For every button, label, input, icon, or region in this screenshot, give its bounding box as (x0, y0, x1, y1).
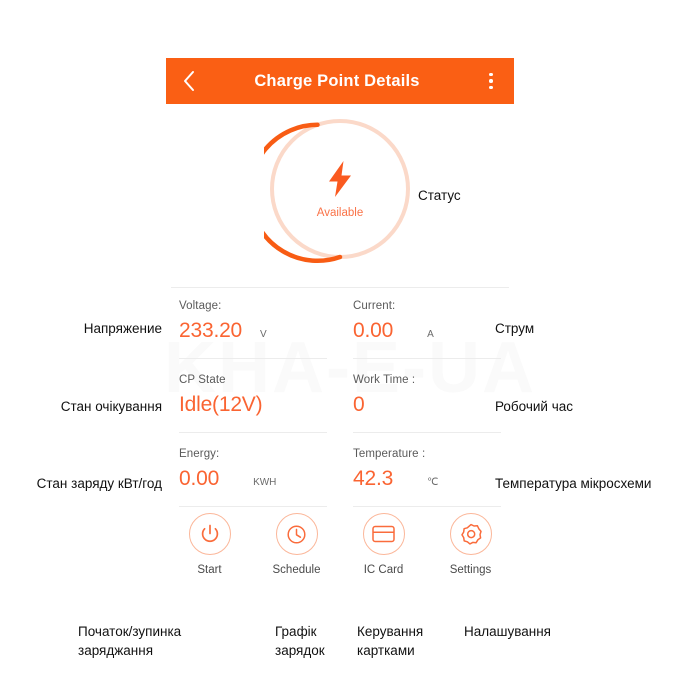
metric-label: CP State (179, 374, 226, 386)
lightning-bolt-icon (326, 160, 354, 198)
field-underline (179, 358, 327, 359)
action-settings[interactable]: Settings (427, 513, 514, 576)
ic-card-icon (372, 525, 395, 543)
section-divider (171, 287, 509, 288)
field-underline (353, 358, 501, 359)
metric-value: 0 (353, 393, 365, 416)
annotation-current: Струм (495, 321, 535, 336)
menu-dot (489, 79, 493, 83)
metric-voltage: Voltage: 233.20 V (166, 293, 340, 367)
chevron-left-icon (182, 70, 196, 92)
annotation-schedule: Графік зарядок (275, 624, 325, 658)
status-dial[interactable]: Available (166, 104, 514, 274)
metric-label: Voltage: (179, 300, 222, 312)
annotation-settings: Налашування (464, 624, 551, 639)
annotation-voltage: Напряжение (83, 321, 162, 336)
metric-value: 0.00 (179, 467, 220, 490)
screenshot-root: KHA-E-UA Charge Point Details Available … (0, 0, 700, 700)
action-label: IC Card (363, 564, 404, 576)
metric-unit: KWH (253, 477, 277, 488)
clock-icon (286, 524, 307, 545)
action-label: Start (197, 564, 222, 576)
overflow-menu-icon[interactable] (468, 58, 514, 104)
metrics-row: Energy: 0.00 KWH Temperature : 42.3 ℃ (166, 441, 514, 515)
metric-work-time: Work Time : 0 (340, 367, 514, 441)
charge-point-details-screen: Charge Point Details Available Voltage: … (166, 58, 514, 598)
metric-value: Idle(12V) (179, 393, 263, 416)
metric-value: 0.00 (353, 319, 394, 342)
status-label: Available (316, 206, 364, 219)
menu-dot (489, 72, 493, 77)
action-label: Schedule (272, 564, 321, 576)
annotation-cp-state: Стан очікування (60, 399, 162, 414)
metric-label: Energy: (179, 448, 220, 460)
action-start[interactable]: Start (166, 513, 253, 576)
annotation-status: Статус (418, 188, 461, 203)
metrics-row: Voltage: 233.20 V Current: 0.00 A (166, 293, 514, 367)
metric-temperature: Temperature : 42.3 ℃ (340, 441, 514, 515)
metric-unit: A (427, 329, 434, 340)
field-underline (353, 506, 501, 507)
metric-value: 233.20 (179, 319, 243, 342)
action-label: Settings (449, 564, 492, 576)
menu-dot (489, 85, 493, 90)
metric-energy: Energy: 0.00 KWH (166, 441, 340, 515)
metric-label: Current: (353, 300, 396, 312)
annotation-temperature: Температура мікросхеми (495, 476, 652, 491)
metric-value: 42.3 (353, 467, 394, 490)
gear-icon (460, 523, 482, 545)
field-underline (179, 432, 327, 433)
field-underline (353, 432, 501, 433)
metric-unit: V (260, 329, 267, 340)
metric-unit: ℃ (427, 477, 439, 488)
annotation-ic-card: Керування картками (357, 624, 424, 658)
action-ic-card[interactable]: IC Card (340, 513, 427, 576)
page-title: Charge Point Details (254, 71, 420, 90)
field-underline (179, 506, 327, 507)
annotation-start: Початок/зупинка заряджання (78, 624, 182, 658)
annotation-work-time: Робочий час (495, 399, 574, 414)
metric-current: Current: 0.00 A (340, 293, 514, 367)
power-icon (200, 524, 220, 544)
annotation-energy: Стан заряду кВт/год (36, 476, 162, 491)
metric-cp-state: CP State Idle(12V) (166, 367, 340, 441)
app-bar: Charge Point Details (166, 58, 514, 104)
metric-label: Temperature : (353, 448, 426, 460)
action-schedule[interactable]: Schedule (253, 513, 340, 576)
action-bar: Start Schedule IC Card Settings (166, 513, 514, 576)
metric-label: Work Time : (353, 374, 416, 386)
metrics-row: CP State Idle(12V) Work Time : 0 (166, 367, 514, 441)
metrics-grid: Voltage: 233.20 V Current: 0.00 A CP Sta… (166, 293, 514, 515)
